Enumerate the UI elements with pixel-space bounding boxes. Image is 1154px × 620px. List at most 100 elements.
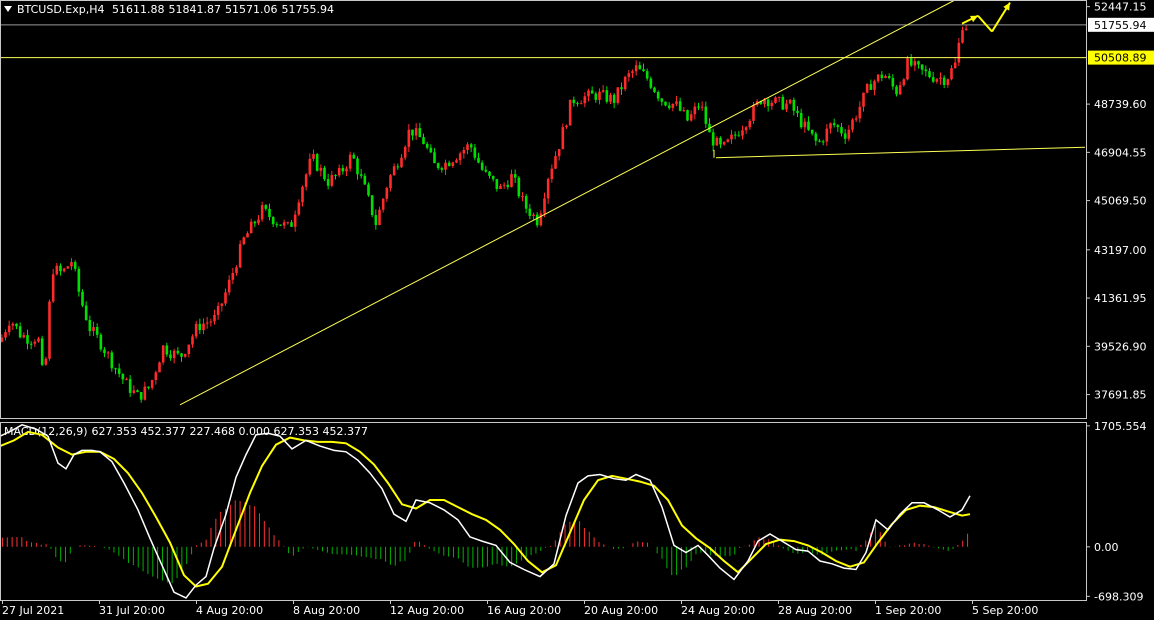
candle [293,210,297,232]
candle [928,68,931,79]
candle-body [913,61,917,66]
candle [770,100,774,110]
candle-body [942,77,946,85]
candle [528,204,532,220]
y-tick-label: 37691.85 [1094,389,1147,402]
candle-body [238,244,242,268]
candle-body [847,129,851,139]
candle-body [869,84,873,90]
candle-body [271,217,275,225]
candle [847,124,851,142]
candle-body [374,215,378,225]
candle [572,96,576,107]
candle [88,315,92,337]
candle-body [253,221,257,224]
candle [271,216,275,227]
candle-body [744,127,748,131]
candle [455,158,458,164]
candle-body [752,105,755,121]
trendline [179,0,956,406]
candle-body [543,198,546,214]
y-tick-label: 43197.00 [1094,244,1147,257]
candle-body [165,345,169,355]
candle-body [733,134,737,136]
candle [825,124,829,146]
candle [400,154,403,168]
candle-body [202,323,205,331]
candle [697,102,700,111]
candle [598,88,601,105]
candle [330,170,334,188]
candle-body [697,106,700,108]
candle-body [147,386,150,388]
price-chart[interactable]: 52447.15 48739.60 46904.55 45069.50 43197.00… [0,0,1154,620]
candle [935,77,939,84]
candle-body [312,154,315,159]
candle [550,164,554,183]
candle [99,332,103,352]
candle [389,173,392,192]
candle [546,177,550,204]
candle-body [517,177,521,197]
candle-body [418,128,422,138]
candle-body [444,162,447,170]
candle-body [473,147,477,158]
candle [865,83,869,94]
candle [436,162,440,170]
candle-body [480,162,484,170]
candle [832,118,836,128]
candle [363,173,367,185]
candle-body [117,368,121,374]
candle-body [499,185,502,190]
candle [664,101,667,107]
candle-body [352,154,356,159]
candle [737,131,741,137]
candle-body [136,390,139,393]
candle [246,231,249,238]
candle [257,215,260,226]
y-tick-label: 46904.55 [1094,146,1147,159]
candle [48,299,51,361]
candle [939,72,942,85]
candle [601,85,605,94]
candle [136,389,139,393]
candle [708,118,711,133]
candle-body [224,292,227,304]
candle [814,131,818,146]
candle-body [777,96,781,98]
candle-body [205,322,209,324]
candle [370,195,374,218]
candle [220,303,224,312]
candle-body [308,158,312,175]
candle-body [33,341,37,344]
x-tick-label: 16 Aug 20:00 [487,604,561,617]
candle [642,63,645,72]
candle-body [477,157,480,163]
candle [422,133,425,145]
candle-body [858,106,862,119]
candle-body [678,101,682,111]
candle-body [110,352,114,369]
candle [414,123,418,140]
candle [774,96,777,104]
candle-body [400,157,403,168]
candle-body [594,93,598,100]
candle [440,166,444,173]
candle [704,101,708,129]
candle [7,320,11,336]
candle-body [583,96,587,104]
candle [880,71,884,82]
x-tick-label: 5 Sep 20:00 [972,604,1038,617]
candle-body [634,65,638,72]
candle-body [953,62,957,69]
candle [403,145,407,161]
candle-body [180,353,183,357]
candle [37,336,40,343]
candle-body [748,120,752,128]
candle-body [645,71,649,79]
candle [433,148,436,164]
candle-body [77,268,81,292]
candle [345,166,348,177]
candle [660,97,664,106]
candle-body [598,91,601,100]
